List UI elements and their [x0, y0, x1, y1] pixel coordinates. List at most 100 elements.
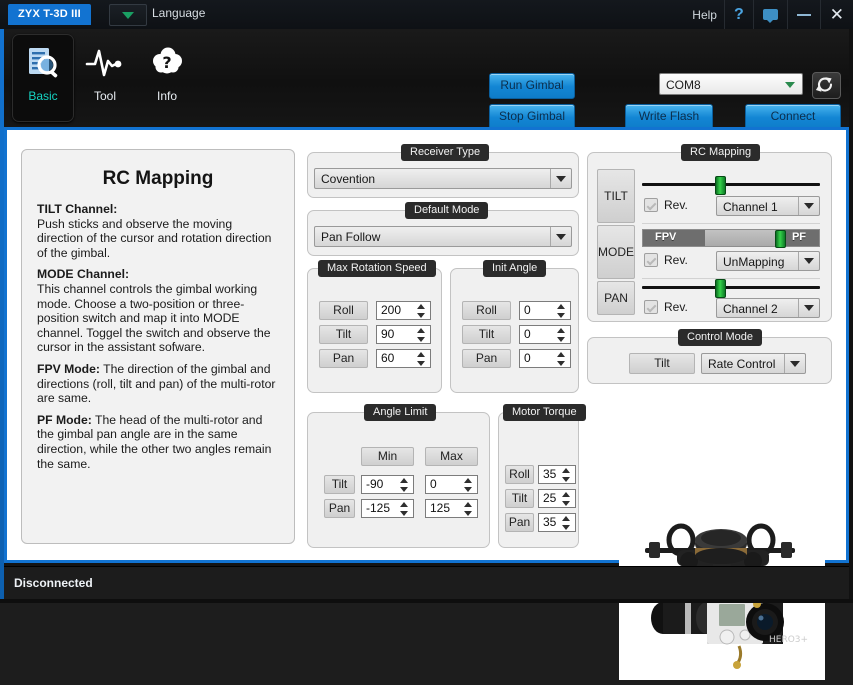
stepper-arrows-icon[interactable] [557, 303, 566, 318]
stepper-arrows-icon[interactable] [400, 477, 409, 492]
stepper-arrows-icon[interactable] [400, 501, 409, 516]
help-question-button[interactable]: ? [723, 0, 753, 29]
angle-limit-pan-min-input[interactable]: -125 [361, 499, 414, 518]
chevron-down-icon [798, 197, 819, 215]
help-section-fpv-heading: FPV Mode: [37, 361, 100, 376]
rc-mode-pf-text: PF [791, 231, 806, 243]
com-port-select[interactable]: COM8 [659, 73, 803, 95]
rc-pan-channel-select[interactable]: Channel 2 [716, 298, 820, 318]
angle-limit-tilt-label: Tilt [324, 475, 355, 494]
angle-limit-tilt-min-input[interactable]: -90 [361, 475, 414, 494]
angle-limit-tilt-min-value: -90 [366, 477, 384, 491]
chevron-down-icon [122, 12, 134, 19]
rc-mode-reverse-checkbox[interactable] [644, 253, 658, 267]
max-rotation-speed-group: Max Rotation Speed Roll 200 Tilt 90 Pan … [307, 260, 442, 393]
init-pan-input[interactable]: 0 [519, 349, 571, 368]
stepper-arrows-icon[interactable] [417, 303, 426, 318]
language-dropdown-button[interactable] [109, 4, 147, 26]
rc-pan-label: PAN [597, 281, 635, 315]
message-button[interactable] [752, 0, 787, 29]
connection-status-text: Disconnected [14, 576, 93, 590]
init-angle-group: Init Angle Roll 0 Tilt 0 Pan 0 [450, 260, 579, 393]
refresh-icon [815, 77, 833, 92]
minimize-button[interactable] [786, 0, 820, 29]
stepper-arrows-icon[interactable] [417, 327, 426, 342]
control-mode-title: Control Mode [678, 329, 763, 346]
app-title-tab[interactable]: ZYX T-3D III [8, 4, 91, 25]
torque-roll-label: Roll [505, 465, 534, 484]
stepper-arrows-icon[interactable] [557, 327, 566, 342]
help-section-mode-heading: MODE Channel: [37, 267, 130, 282]
help-section-tilt: TILT Channel: Push sticks and observe th… [37, 202, 279, 260]
question-mark-icon: ? [733, 5, 744, 23]
help-menu-item[interactable]: Help [683, 0, 724, 29]
nav-tab-tool[interactable]: Tool [74, 34, 136, 122]
stepper-arrows-icon[interactable] [417, 351, 426, 366]
init-pan-value: 0 [524, 351, 531, 365]
window-right-edge [849, 29, 853, 603]
mrs-tilt-label: Tilt [319, 325, 368, 344]
rc-tilt-reverse-checkbox[interactable] [644, 198, 658, 212]
nav-tab-info[interactable]: ? Info [136, 34, 198, 122]
rc-pan-reverse-checkbox[interactable] [644, 300, 658, 314]
refresh-ports-button[interactable] [812, 72, 841, 99]
rc-tilt-slider-track[interactable] [642, 183, 820, 186]
application-window: ZYX T-3D III Language Help ? ✕ Basic Too… [0, 0, 853, 680]
mrs-tilt-input[interactable]: 90 [376, 325, 431, 344]
rc-tilt-channel-select[interactable]: Channel 1 [716, 196, 820, 216]
control-mode-value: Rate Control [708, 357, 776, 371]
nav-tab-basic[interactable]: Basic [12, 34, 74, 122]
mrs-roll-input[interactable]: 200 [376, 301, 431, 320]
rc-tilt-label: TILT [597, 169, 635, 223]
help-section-mode: MODE Channel: This channel controls the … [37, 267, 279, 355]
rc-pan-channel-value: Channel 2 [723, 302, 778, 316]
rc-mapping-help-panel: RC Mapping TILT Channel: Push sticks and… [21, 149, 295, 544]
torque-tilt-input[interactable]: 25 [538, 489, 576, 508]
document-search-icon [23, 44, 63, 82]
torque-pan-input[interactable]: 35 [538, 513, 576, 532]
stepper-arrows-icon[interactable] [464, 501, 473, 516]
rc-pan-slider-thumb[interactable] [715, 279, 726, 298]
mrs-roll-label: Roll [319, 301, 368, 320]
help-section-tilt-body: Push sticks and observe the moving direc… [37, 216, 272, 260]
init-roll-input[interactable]: 0 [519, 301, 571, 320]
init-tilt-input[interactable]: 0 [519, 325, 571, 344]
rc-pan-slider-track[interactable] [642, 286, 820, 289]
torque-roll-input[interactable]: 35 [538, 465, 576, 484]
window-controls: Help ? ✕ [683, 0, 853, 29]
motor-torque-group: Motor Torque Roll 35 Tilt 25 Pan 35 [498, 404, 586, 548]
help-section-pf-heading: PF Mode: [37, 412, 92, 427]
rc-tilt-slider-thumb[interactable] [715, 176, 726, 195]
torque-tilt-label: Tilt [505, 489, 534, 508]
rc-mode-fpv-text: FPV [655, 231, 677, 243]
receiver-type-select[interactable]: Covention [314, 168, 572, 189]
help-section-tilt-heading: TILT Channel: [37, 202, 118, 216]
com-port-value: COM8 [666, 78, 701, 92]
control-mode-select[interactable]: Rate Control [701, 353, 806, 374]
init-roll-value: 0 [524, 303, 531, 317]
stepper-arrows-icon[interactable] [562, 491, 571, 506]
help-section-fpv: FPV Mode: The direction of the gimbal an… [37, 362, 279, 406]
stepper-arrows-icon[interactable] [464, 477, 473, 492]
angle-limit-tilt-max-input[interactable]: 0 [425, 475, 478, 494]
rc-mode-fpv-pf-bar[interactable]: FPV PF [642, 229, 820, 248]
help-section-pf: PF Mode: The head of the multi-rotor and… [37, 413, 279, 471]
stepper-arrows-icon[interactable] [562, 515, 571, 530]
nav-tab-basic-label: Basic [28, 89, 58, 103]
rc-tilt-reverse-label: Rev. [664, 198, 688, 212]
angle-limit-pan-label: Pan [324, 499, 355, 518]
angle-limit-pan-max-input[interactable]: 125 [425, 499, 478, 518]
mrs-pan-label: Pan [319, 349, 368, 368]
mrs-pan-input[interactable]: 60 [376, 349, 431, 368]
rc-mode-channel-select[interactable]: UnMapping [716, 251, 820, 271]
init-tilt-label: Tilt [462, 325, 511, 344]
status-bar: Disconnected [4, 566, 849, 599]
header-toolbar: Basic Tool ? Info Run Gimbal Stop Gimbal… [0, 29, 853, 130]
run-gimbal-button[interactable]: Run Gimbal [489, 73, 575, 99]
angle-limit-title: Angle Limit [364, 404, 437, 421]
default-mode-select[interactable]: Pan Follow [314, 226, 572, 247]
stepper-arrows-icon[interactable] [562, 467, 571, 482]
stepper-arrows-icon[interactable] [557, 351, 566, 366]
rc-mode-slider-thumb[interactable] [775, 230, 786, 248]
close-button[interactable]: ✕ [819, 0, 853, 29]
